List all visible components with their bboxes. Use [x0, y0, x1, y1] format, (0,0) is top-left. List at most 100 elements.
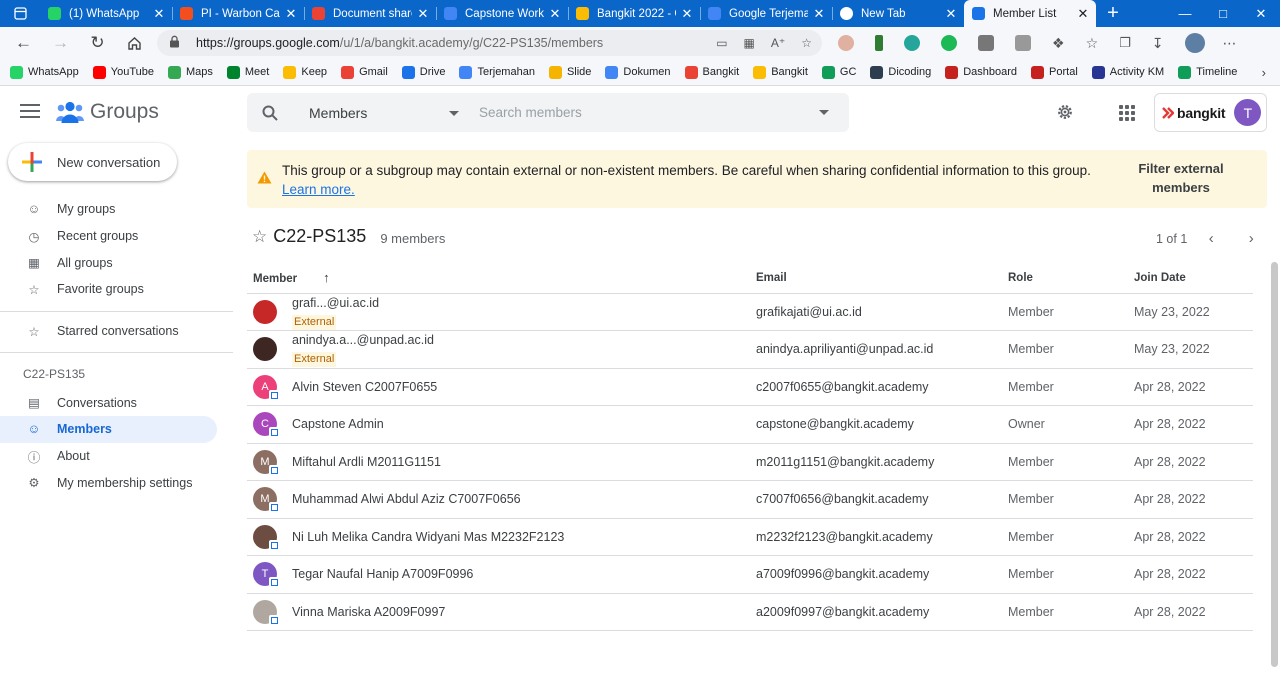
avatar[interactable] [253, 524, 280, 551]
browser-tab[interactable]: Document shared ✕ [304, 0, 436, 27]
browser-tab[interactable]: Google Terjemah ✕ [700, 0, 832, 27]
new-tab-button[interactable]: + [1096, 0, 1130, 27]
search-input[interactable] [467, 105, 819, 120]
bookmark-item[interactable]: Dokumen [605, 65, 671, 79]
table-row[interactable]: C Capstone Admin capstone@bangkit.academy O… [247, 405, 1253, 444]
sidebar-item-favorite-groups[interactable]: ☆ Favorite groups [0, 276, 217, 303]
favorites-icon[interactable]: ☆ [1086, 35, 1099, 52]
column-header-role[interactable]: Role [1002, 263, 1128, 294]
avatar[interactable] [253, 599, 280, 626]
downloads-icon[interactable]: ↧ [1152, 35, 1164, 52]
extension-icon[interactable] [904, 35, 920, 51]
refresh-button[interactable]: ↻ [79, 27, 116, 59]
sidebar-item-my-groups[interactable]: ☺ My groups [0, 196, 217, 223]
close-window-button[interactable]: ✕ [1242, 0, 1280, 27]
table-row[interactable]: T Tegar Naufal Hanip A7009F0996 a7009f0996… [247, 555, 1253, 594]
filter-external-members-button[interactable]: Filter external members [1117, 159, 1245, 197]
extension-icon[interactable] [838, 35, 854, 51]
new-conversation-button[interactable]: New conversation [8, 143, 177, 181]
table-row[interactable]: Ni Luh Melika Candra Widyani Mas M2232F2… [247, 518, 1253, 556]
table-row[interactable]: Vinna Mariska A2009F0997 a2009f0997@bangk… [247, 593, 1253, 631]
close-tab-icon[interactable]: ✕ [944, 6, 958, 22]
bookmark-item[interactable]: Timeline [1178, 65, 1237, 79]
table-row[interactable]: M Muhammad Alwi Abdul Aziz C7007F0656 c700… [247, 480, 1253, 519]
avatar[interactable]: A [253, 374, 280, 401]
settings-gear-icon[interactable] [1056, 103, 1074, 124]
sidebar-item-my-membership-settings[interactable]: ⚙ My membership settings [0, 470, 217, 497]
bookmark-item[interactable]: Dicoding [870, 65, 931, 79]
column-header-join-date[interactable]: Join Date [1128, 263, 1253, 294]
browser-tab[interactable]: PI - Warbon Cafe ✕ [172, 0, 304, 27]
sidebar-item-recent-groups[interactable]: ◷ Recent groups [0, 223, 217, 250]
collections-icon[interactable]: ❐ [1119, 35, 1131, 51]
page-scrollbar[interactable] [1271, 262, 1278, 667]
qr-icon[interactable]: ▦ [744, 36, 755, 50]
bookmark-item[interactable]: GC [821, 65, 856, 79]
browser-tab[interactable]: (1) WhatsApp ✕ [40, 0, 172, 27]
extension-icon[interactable] [875, 35, 883, 51]
search-scope-dropdown[interactable]: Members [293, 105, 467, 121]
table-row[interactable]: M Miftahul Ardli M2011G1151 m2011g1151@ban… [247, 443, 1253, 481]
sidebar-item-all-groups[interactable]: ▦ All groups [0, 249, 217, 276]
bookmark-item[interactable]: Gmail [341, 65, 388, 79]
browser-tab[interactable]: Bangkit 2022 - C ✕ [568, 0, 700, 27]
close-tab-icon[interactable]: ✕ [284, 6, 298, 22]
avatar[interactable]: M [253, 449, 280, 476]
sidebar-item-about[interactable]: ⓘ About [0, 443, 217, 470]
home-button[interactable] [116, 27, 153, 59]
close-tab-icon[interactable]: ✕ [680, 6, 694, 22]
favorite-star-icon[interactable]: ☆ [801, 36, 812, 50]
extension-icon[interactable] [1015, 35, 1031, 51]
extension-icon[interactable] [978, 35, 994, 51]
browser-tab[interactable]: New Tab ✕ [832, 0, 964, 27]
bookmark-item[interactable]: Slide [548, 65, 591, 79]
bookmark-item[interactable]: Terjemahan [459, 65, 535, 79]
url-field[interactable]: https://groups.google.com/u/1/a/bangkit.… [157, 30, 822, 56]
account-avatar[interactable]: T [1234, 99, 1262, 126]
profile-avatar[interactable] [1184, 33, 1205, 53]
minimize-button[interactable]: — [1166, 0, 1204, 27]
sidebar-item-starred[interactable]: ☆ Starred conversations [0, 318, 217, 345]
close-tab-icon[interactable]: ✕ [812, 6, 826, 22]
bookmark-item[interactable]: Keep [283, 65, 327, 79]
extensions-puzzle-icon[interactable]: ❖ [1052, 35, 1065, 52]
next-page-icon[interactable]: › [1241, 230, 1261, 247]
bookmark-item[interactable]: Bangkit [684, 65, 739, 79]
maximize-button[interactable]: □ [1204, 0, 1242, 27]
bookmark-item[interactable]: Portal [1031, 65, 1078, 79]
app-available-icon[interactable]: ▭ [716, 36, 727, 50]
back-button[interactable]: ← [5, 27, 42, 59]
avatar[interactable]: T [253, 562, 280, 589]
close-tab-icon[interactable]: ✕ [1076, 6, 1090, 22]
close-tab-icon[interactable]: ✕ [416, 6, 430, 22]
search-icon[interactable] [247, 105, 293, 121]
previous-page-icon[interactable]: ‹ [1201, 230, 1221, 247]
sort-ascending-icon[interactable]: ↑ [323, 270, 330, 285]
more-menu-icon[interactable]: ⋯ [1223, 35, 1237, 52]
bookmark-item[interactable]: Dashboard [945, 65, 1017, 79]
google-apps-icon[interactable] [1119, 105, 1135, 121]
bookmark-item[interactable]: Activity KM [1091, 65, 1164, 79]
browser-tab[interactable]: Capstone Workin ✕ [436, 0, 568, 27]
bookmark-item[interactable]: Maps [167, 65, 213, 79]
read-aloud-icon[interactable]: A⁺ [771, 36, 785, 50]
table-row[interactable]: A Alvin Steven C2007F0655 c2007f0655@bangk… [247, 368, 1253, 406]
browser-tab[interactable]: Member List ✕ [964, 0, 1096, 27]
avatar[interactable]: C [253, 412, 280, 439]
search-options-icon[interactable] [819, 110, 829, 115]
close-tab-icon[interactable]: ✕ [548, 6, 562, 22]
avatar[interactable]: M [253, 487, 280, 514]
column-header-member[interactable]: Member ↑ [247, 263, 750, 294]
bookmark-item[interactable]: Bangkit [753, 65, 808, 79]
column-header-email[interactable]: Email [750, 263, 1002, 294]
bookmark-item[interactable]: Meet [226, 65, 269, 79]
account-switcher[interactable]: bangkit T [1154, 93, 1267, 132]
avatar[interactable] [253, 299, 277, 324]
main-menu-icon[interactable] [20, 104, 40, 120]
table-row[interactable]: grafi...@ui.ac.id External grafikajati@ui.… [247, 293, 1253, 331]
table-row[interactable]: anindya.a...@unpad.ac.id External anindya.… [247, 330, 1253, 369]
learn-more-link[interactable]: Learn more. [282, 182, 355, 197]
sidebar-item-members[interactable]: ☺ Members [0, 416, 217, 443]
avatar[interactable] [253, 337, 277, 362]
bookmarks-overflow-icon[interactable]: › [1262, 65, 1266, 80]
